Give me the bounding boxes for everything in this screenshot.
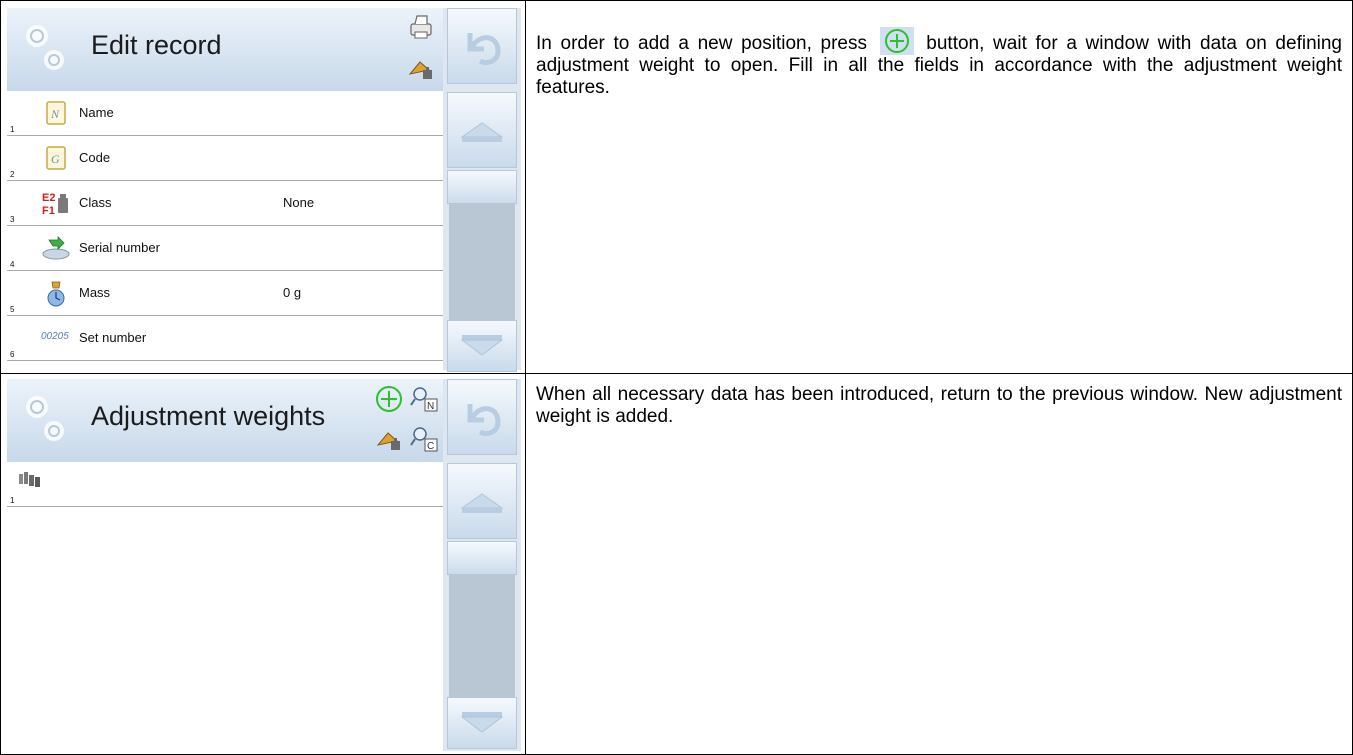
side-panel [443,8,521,372]
row-number: 1 [10,496,15,505]
undo-arrow-icon [467,33,501,66]
row-label: Set number [79,330,147,345]
row-value: None [283,195,315,210]
back-button[interactable] [447,379,517,455]
row-number: 6 [10,350,15,359]
list-item[interactable]: 2 G Code [7,136,443,181]
row-label: Mass [79,285,111,300]
row-label: Code [79,150,111,165]
scroll-up-button[interactable] [447,463,517,539]
table-border-top [0,0,1353,1]
scroll-thumb[interactable] [447,541,517,575]
class-e2-f1-icon: E2 F1 [42,192,68,217]
name-icon: N [46,101,66,125]
row-label: Class [79,195,112,210]
row-value: 0 g [283,285,302,300]
list-item[interactable]: 6 00205 Set number [7,316,443,361]
scroll-thumb[interactable] [447,170,517,204]
description-text-2: When all necessary data has been introdu… [536,384,1342,428]
row-number: 3 [10,215,15,224]
arrow-up-icon [460,122,504,142]
gears-icon [26,25,64,70]
undo-arrow-icon [467,404,501,437]
add-icon[interactable] [373,383,405,415]
list-item[interactable]: 1 [7,462,443,507]
list-item[interactable]: 3 E2 F1 Class None [7,181,443,226]
document-table: Edit record 1 N Name 2 G Code 3 E2 F1 Cl… [0,0,1353,755]
back-button[interactable] [447,8,517,84]
list-item[interactable]: 5 Mass 0 g [7,271,443,316]
adjustment-weights-header: Adjustment weights N C [7,379,443,462]
serial-number-icon [42,236,70,260]
arrow-down-icon [460,335,504,356]
table-border-left [0,0,1,755]
search-by-code-icon[interactable]: C [409,423,441,455]
printer-icon[interactable] [405,12,437,44]
edit-record-screen: Edit record 1 N Name 2 G Code 3 E2 F1 Cl… [7,8,521,372]
description-text-1: In order to add a new position, press bu… [536,27,1342,99]
svg-text:N: N [427,401,434,412]
row-label: Name [79,105,114,120]
instruction-text: When all necessary data has been introdu… [536,384,1342,427]
table-border-middle [0,373,1353,374]
list-item[interactable]: 1 N Name [7,91,443,136]
table-border-center [525,0,526,755]
scroll-up-button[interactable] [447,92,517,168]
mass-icon [47,281,65,307]
code-icon: G [46,146,66,170]
scroll-down-button[interactable] [447,697,517,749]
arrow-up-icon [460,493,504,513]
set-number-icon: 00205 [41,331,69,342]
add-icon [879,27,914,55]
search-by-name-icon[interactable]: N [409,383,441,415]
row-number: 5 [10,305,15,314]
svg-text:N: N [50,107,60,121]
svg-text:F1: F1 [42,205,55,217]
side-panel [443,379,521,751]
page-title: Adjustment weights [91,401,326,431]
arrow-down-icon [460,712,504,733]
adjustment-weights-screen: Adjustment weights N C 1 [7,379,521,751]
scroll-down-button[interactable] [447,320,517,372]
weights-settings-icon[interactable] [373,423,405,455]
edit-record-header: Edit record [7,8,443,91]
instruction-text-part-1: In order to add a new position, press [536,33,867,54]
page-title: Edit record [91,30,222,60]
gears-icon [26,396,64,441]
row-number: 1 [10,125,15,134]
weights-settings-icon[interactable] [405,52,437,84]
row-label: Serial number [79,240,160,255]
weights-set-icon [19,472,40,487]
list-item[interactable]: 4 Serial number [7,226,443,271]
row-number: 2 [10,170,15,179]
svg-text:G: G [51,152,60,166]
svg-text:C: C [427,441,434,452]
svg-text:E2: E2 [42,192,55,204]
row-number: 4 [10,260,15,269]
